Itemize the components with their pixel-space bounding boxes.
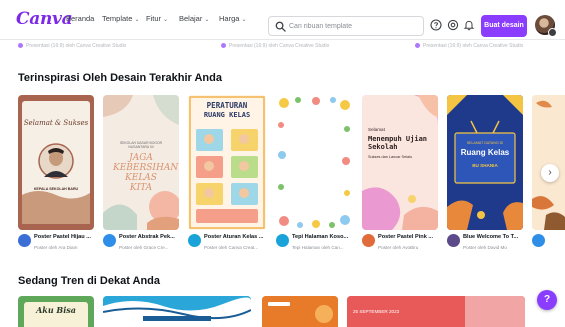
top-navigation-bar: Canva Beranda Template ⌄ Fitur ⌄ Belajar ⌄ …: [0, 0, 565, 40]
design-text-school: SEKOLAH DASAR BOGOR NUSANTARA 04: [119, 141, 163, 149]
template-caption[interactable]: Poster Pastel Pink ... Poster oleh AvoBi…: [362, 234, 444, 256]
design-text-sub: Sukses dan Lancar Selalu: [368, 155, 413, 159]
creator-avatar: [362, 234, 375, 247]
design-text-subheading: RUANG KELAS: [203, 111, 251, 119]
search-icon: [275, 21, 286, 32]
previous-row-captions: Presentasi (16:9) oleh Canva Creative St…: [18, 40, 565, 54]
template-title: Poster Aturan Kelas ...: [204, 234, 264, 240]
gear-icon[interactable]: [447, 19, 459, 31]
help-button[interactable]: ?: [537, 290, 557, 310]
creator-avatar: [447, 234, 460, 247]
template-caption[interactable]: [532, 234, 565, 256]
chevron-down-icon: ⌄: [163, 17, 169, 23]
design-text-sub: BU SHANIA: [472, 163, 498, 168]
trending-template-card[interactable]: [103, 296, 251, 327]
creator-avatar: [415, 43, 420, 49]
template-title: Tepi Halaman Koso...: [292, 234, 349, 240]
trending-template-card[interactable]: 25 SEPTEMBER 2023: [347, 296, 525, 327]
template-author: Poster oleh Grace Cre...: [119, 245, 169, 250]
template-title: Poster Abstrak Pek...: [119, 234, 175, 240]
trending-template-card[interactable]: Aku Bisa: [18, 296, 94, 327]
design-text-heading: PERATURAN: [206, 101, 248, 110]
template-author: Poster oleh Canva Creat...: [204, 245, 259, 250]
template-card[interactable]: [276, 95, 352, 230]
nav-item-label: Beranda: [66, 14, 95, 23]
template-caption[interactable]: Tepi Halaman Koso... Tepi Halaman oleh C…: [276, 234, 358, 256]
template-thumbnail: [103, 296, 251, 327]
template-card[interactable]: [532, 95, 565, 230]
template-thumbnail: [262, 296, 338, 327]
template-thumbnail: [532, 95, 565, 230]
template-title: Poster Pastel Pink ...: [378, 234, 434, 240]
template-caption[interactable]: Poster Aturan Kelas ... Poster oleh Canv…: [188, 234, 270, 256]
creator-avatar: [276, 234, 289, 247]
nav-item-label: Fitur: [146, 14, 161, 23]
trending-template-card[interactable]: [262, 296, 338, 327]
template-card[interactable]: Selamat & Sukses KEPALA SEKOLAH BARU: [18, 95, 94, 230]
nav-item-harga[interactable]: Harga ⌄: [219, 14, 246, 23]
design-text-heading: Aku Bisa: [36, 305, 76, 315]
nav-item-label: Belajar: [179, 14, 203, 23]
search-box[interactable]: [268, 16, 424, 36]
design-text-sub: KEPALA SEKOLAH BARU: [33, 187, 79, 191]
creator-avatar: [532, 234, 545, 247]
template-caption[interactable]: Blue Welcome To T... Poster oleh David M…: [447, 234, 529, 256]
creator-avatar: [188, 234, 201, 247]
creator-avatar: [103, 234, 116, 247]
template-thumbnail: [276, 95, 352, 230]
creator-avatar: [18, 43, 23, 49]
section-title-trending: Sedang Tren di Dekat Anda: [18, 275, 161, 287]
search-input[interactable]: [289, 20, 419, 33]
chevron-down-icon: ⌄: [204, 17, 210, 23]
chevron-down-icon: ⌄: [134, 17, 140, 23]
template-thumbnail: [22, 101, 90, 224]
nav-item-template[interactable]: Template ⌄: [102, 14, 139, 23]
template-caption[interactable]: Poster Pastel Hijau ... Poster oleh Ara …: [18, 234, 98, 256]
template-author: Poster oleh AvoBiru: [378, 245, 419, 250]
nav-item-belajar[interactable]: Belajar ⌄: [179, 14, 209, 23]
section-title-inspired: Terinspirasi Oleh Desain Terakhir Anda: [18, 72, 222, 84]
chevron-down-icon: ⌄: [241, 17, 247, 23]
template-card[interactable]: SEKOLAH DASAR BOGOR NUSANTARA 04 JAGA KE…: [103, 95, 179, 230]
template-card[interactable]: Selamat Menempuh Ujian Sekolah Sukses da…: [362, 95, 438, 230]
account-badge-icon: [548, 28, 557, 37]
create-design-button[interactable]: Buat desain: [481, 15, 527, 37]
design-text-heading: Ruang Kelas: [460, 148, 510, 157]
nav-item-fitur[interactable]: Fitur ⌄: [146, 14, 168, 23]
nav-item-beranda[interactable]: Beranda: [66, 14, 94, 23]
nav-item-label: Template: [102, 14, 133, 23]
user-avatar[interactable]: [535, 15, 557, 37]
scroll-next-button[interactable]: ›: [541, 164, 559, 182]
template-card[interactable]: SELAMAT DATANG DI Ruang Kelas BU SHANIA: [447, 95, 523, 230]
template-caption[interactable]: Poster Abstrak Pek... Poster oleh Grace …: [103, 234, 185, 256]
template-thumbnail: [362, 95, 438, 230]
list-item[interactable]: Presentasi (16:9) oleh Canva Creative St…: [18, 43, 126, 49]
nav-item-label: Harga: [219, 14, 240, 23]
template-author: Poster oleh Ara Diam: [34, 245, 78, 250]
template-title: Poster Pastel Hijau ...: [34, 234, 91, 240]
bell-icon[interactable]: [463, 19, 475, 31]
design-text-intro: Selamat: [368, 127, 385, 132]
canva-logo[interactable]: Canva: [16, 9, 73, 29]
list-item[interactable]: Presentasi (16:9) oleh Canva Creative St…: [415, 43, 523, 49]
creator-avatar: [18, 234, 31, 247]
creator-avatar: [221, 43, 226, 49]
help-circle-icon[interactable]: [430, 19, 442, 31]
template-card[interactable]: PERATURAN RUANG KELAS: [188, 95, 266, 230]
design-text-date: 25 SEPTEMBER 2023: [353, 309, 400, 314]
template-author: Tepi Halaman oleh Can...: [292, 245, 344, 250]
question-mark-icon: ?: [543, 294, 551, 305]
chevron-right-icon: ›: [548, 167, 552, 178]
design-text-heading: JAGA KEBERSIHAN KELAS KITA: [113, 153, 179, 193]
list-item[interactable]: Presentasi (16:9) oleh Canva Creative St…: [221, 43, 329, 49]
design-text-heading: Menempuh Ujian Sekolah: [368, 135, 428, 151]
template-title: Blue Welcome To T...: [463, 234, 519, 240]
template-author: Poster oleh David Mo: [463, 245, 507, 250]
design-text-intro: SELAMAT DATANG DI: [466, 141, 504, 145]
design-text-heading: Selamat & Sukses: [23, 119, 89, 127]
